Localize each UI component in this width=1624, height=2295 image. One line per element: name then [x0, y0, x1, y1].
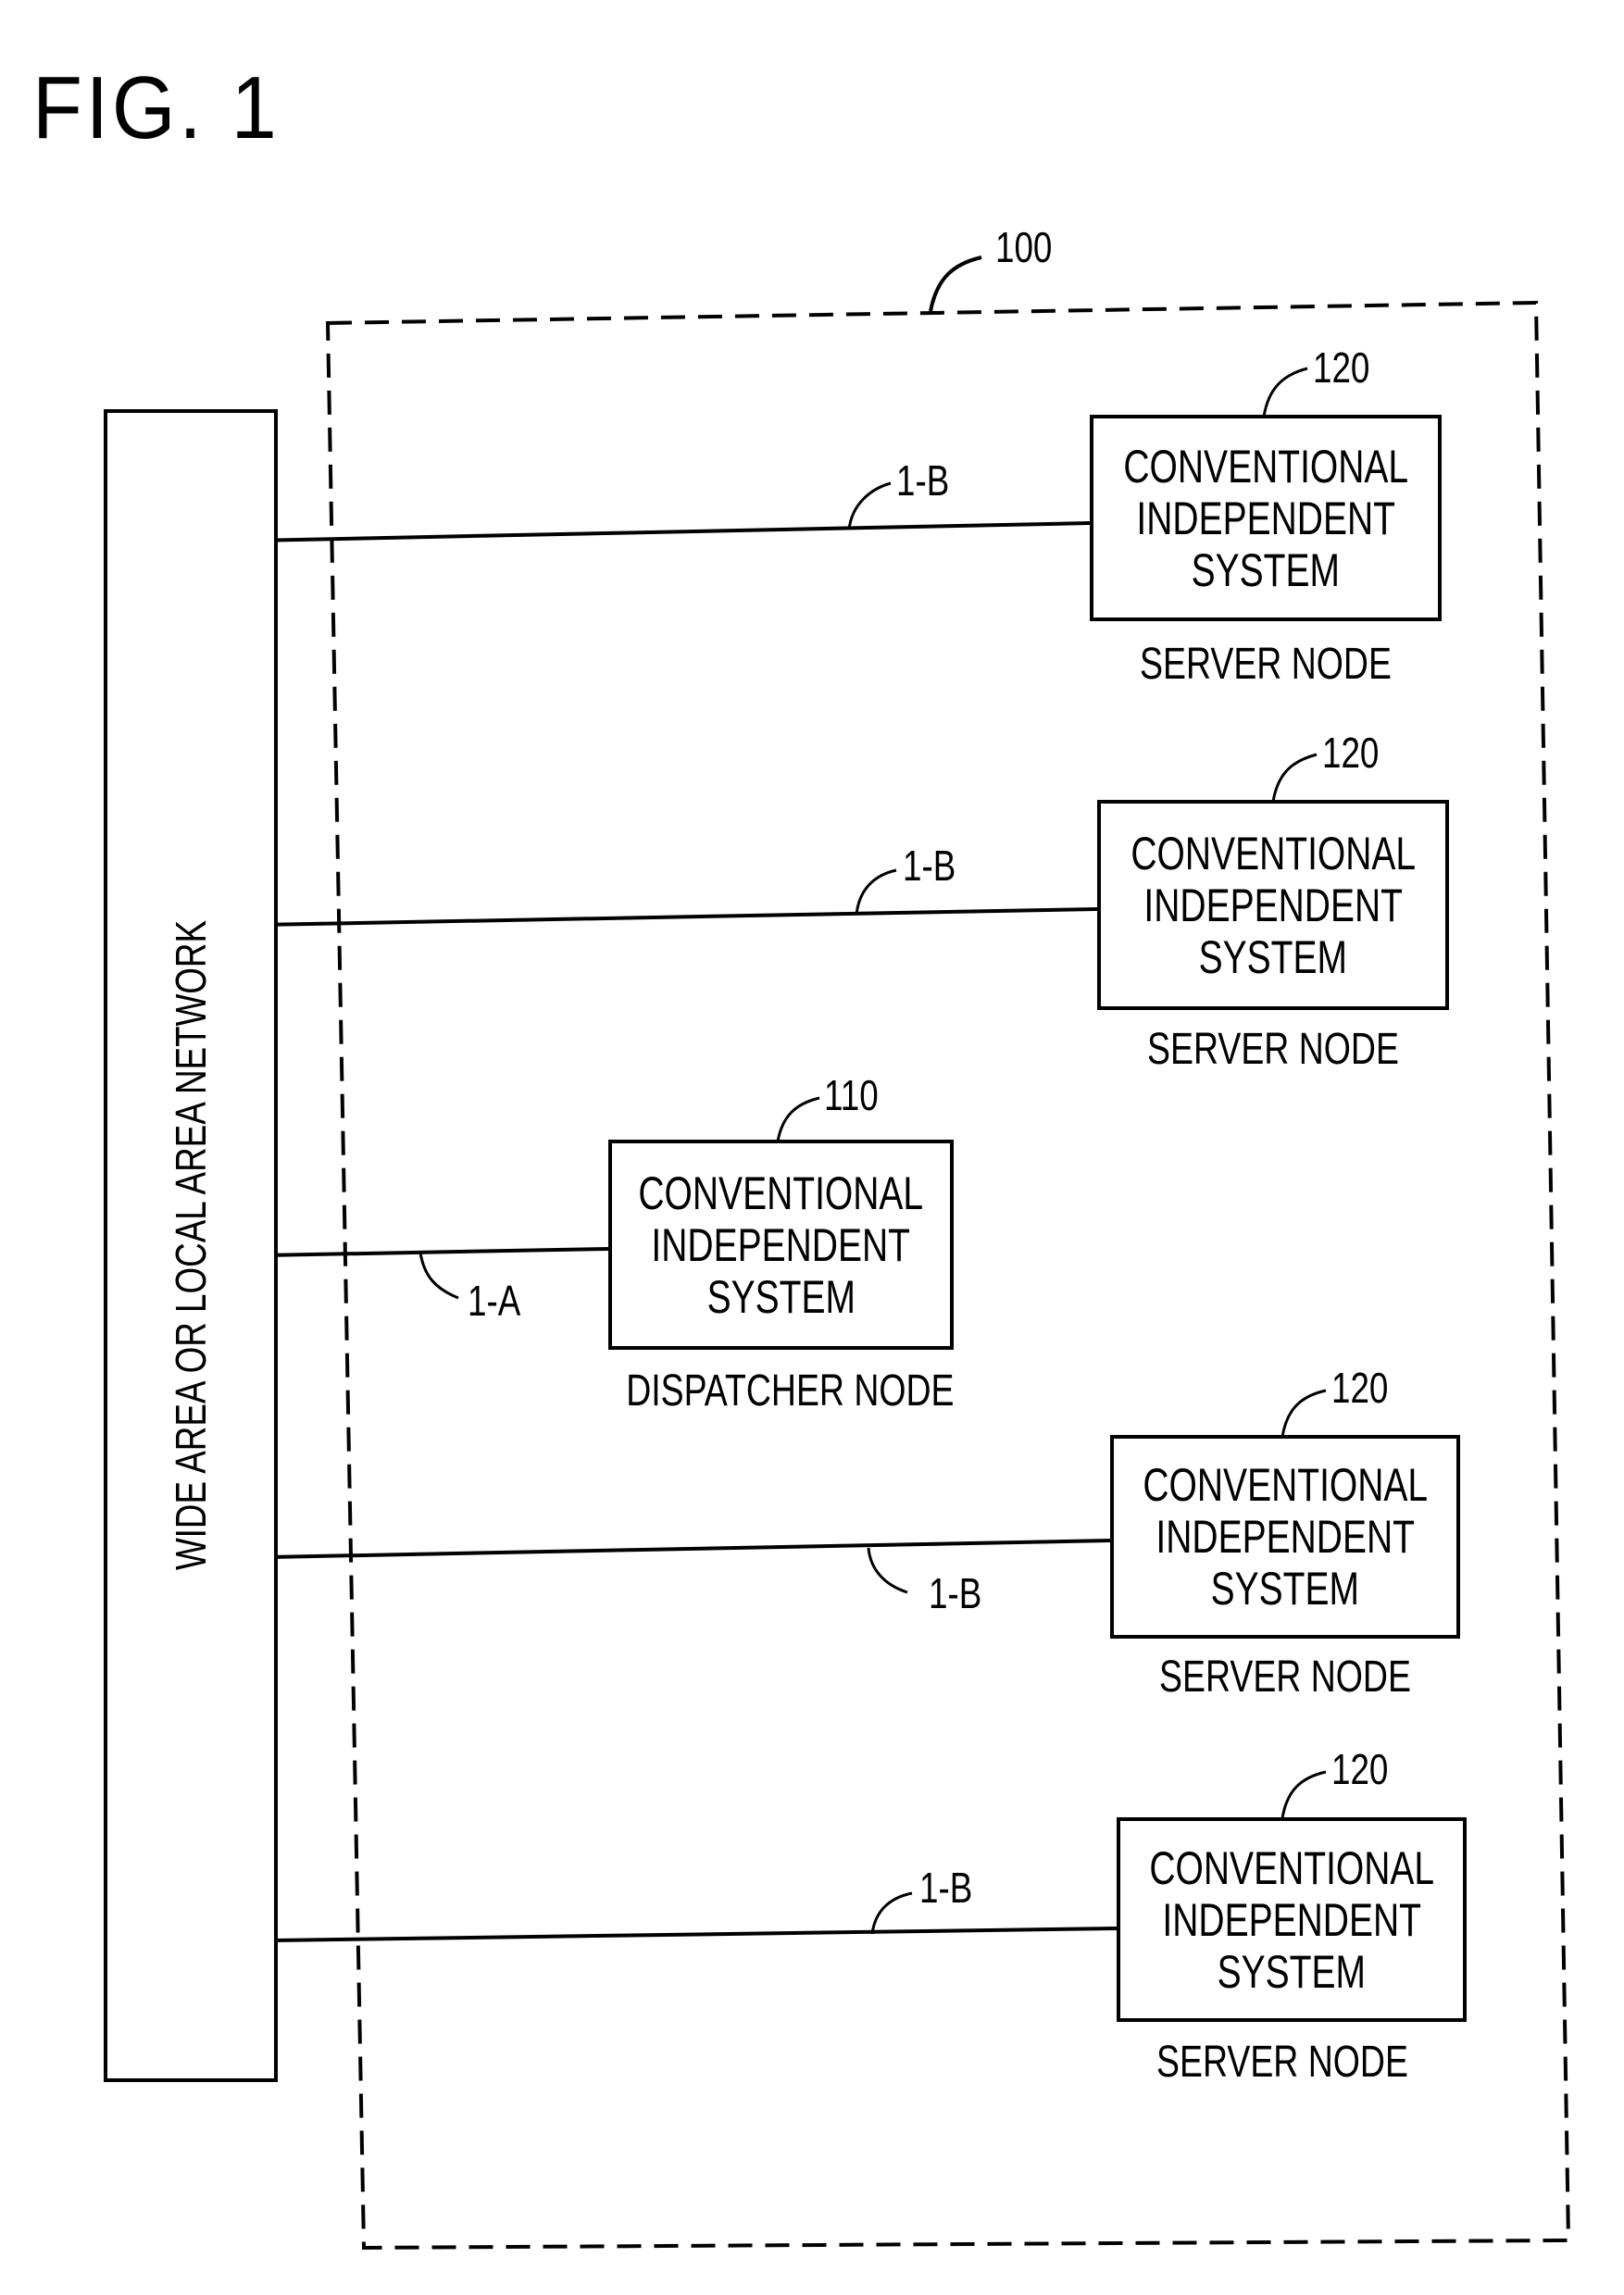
leader-ref-2: [1271, 753, 1318, 803]
connection-line-1: [251, 521, 1091, 543]
node-text-line: SYSTEM: [1198, 930, 1348, 983]
leader-100: [929, 256, 982, 312]
node-ref-label: 120: [1313, 343, 1370, 392]
leader-ref-4: [1280, 1389, 1327, 1438]
node-text-line: INDEPENDENT: [1136, 492, 1395, 544]
node-text-line: INDEPENDENT: [651, 1218, 911, 1271]
node-text-line: SYSTEM: [1210, 1563, 1360, 1615]
node-text-line: INDEPENDENT: [1143, 879, 1403, 931]
link-label: 1-A: [468, 1277, 521, 1325]
node-text-line: SYSTEM: [706, 1270, 856, 1323]
link-label: 1-B: [919, 1864, 973, 1912]
node-caption: SERVER NODE: [1140, 640, 1392, 689]
node-text-line: CONVENTIONAL: [638, 1166, 924, 1219]
network-label: WIDE AREA OR LOCAL AREA NETWORK: [167, 919, 215, 1571]
leader-link-5: [870, 1891, 913, 1935]
connection-line-4: [268, 1539, 1111, 1559]
server-node-box: CONVENTIONAL INDEPENDENT SYSTEM: [1090, 415, 1442, 621]
node-text-line: INDEPENDENT: [1156, 1511, 1415, 1563]
server-node-box: CONVENTIONAL INDEPENDENT SYSTEM: [1097, 800, 1449, 1010]
leader-link-2: [855, 868, 897, 916]
leader-ref-5: [1280, 1770, 1327, 1819]
dispatcher-node-box: CONVENTIONAL INDEPENDENT SYSTEM: [608, 1140, 954, 1350]
node-text-line: SYSTEM: [1217, 1945, 1367, 1998]
node-ref-label: 120: [1322, 729, 1380, 777]
node-caption: DISPATCHER NODE: [626, 1366, 955, 1416]
node-text-line: CONVENTIONAL: [1131, 827, 1416, 879]
leader-link-4: [867, 1547, 908, 1594]
server-node-box: CONVENTIONAL INDEPENDENT SYSTEM: [1110, 1435, 1460, 1639]
node-ref-label: 120: [1331, 1745, 1389, 1793]
node-ref-label: 120: [1331, 1364, 1389, 1412]
leader-ref-1: [1262, 367, 1308, 418]
server-node-box: CONVENTIONAL INDEPENDENT SYSTEM: [1117, 1817, 1467, 2022]
node-caption: SERVER NODE: [1147, 1025, 1399, 1074]
connection-line-2: [257, 907, 1098, 927]
link-label: 1-B: [929, 1569, 982, 1617]
connection-line-3: [263, 1247, 609, 1257]
leader-link-1: [847, 481, 892, 530]
system-ref-label: 100: [995, 223, 1053, 271]
node-text-line: SYSTEM: [1191, 543, 1341, 596]
node-text-line: CONVENTIONAL: [1123, 440, 1408, 493]
leader-ref-3: [776, 1096, 820, 1142]
node-caption: SERVER NODE: [1156, 2038, 1408, 2087]
node-text-line: CONVENTIONAL: [1143, 1459, 1428, 1511]
node-text-line: INDEPENDENT: [1162, 1893, 1421, 1946]
link-label: 1-B: [896, 456, 950, 505]
node-ref-label: 110: [824, 1071, 879, 1119]
leader-link-3: [418, 1252, 459, 1300]
link-label: 1-B: [903, 842, 956, 890]
node-caption: SERVER NODE: [1159, 1653, 1411, 1702]
connection-line-5: [273, 1927, 1118, 1942]
node-text-line: CONVENTIONAL: [1149, 1841, 1434, 1894]
